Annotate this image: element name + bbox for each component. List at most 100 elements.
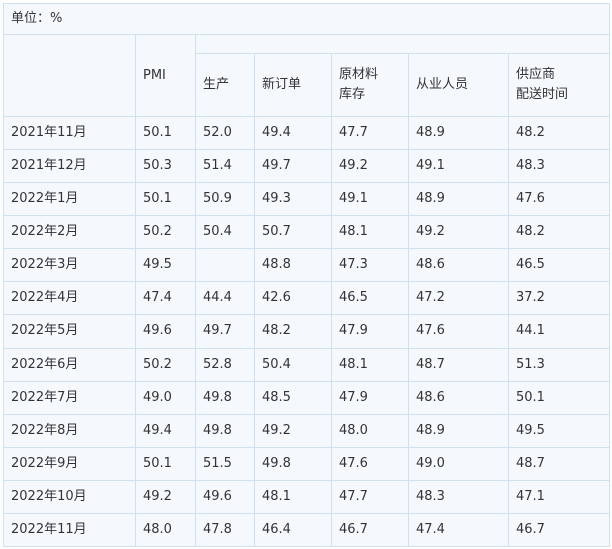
pmi-cell: 49.6 bbox=[135, 314, 196, 349]
page: 单位：% PMI 生产 新订单 原材料库存 从业人员 供应商配送时间 2021年… bbox=[0, 0, 612, 549]
table-row: 2021年11月 50.1 52.0 49.4 47.7 48.9 48.2 bbox=[3, 116, 611, 151]
supplier-delivery-cell: 47.6 bbox=[507, 182, 611, 217]
table-row: 2022年10月 49.2 49.6 48.1 47.7 48.3 47.1 bbox=[3, 479, 611, 514]
table-row: 2022年2月 50.2 50.4 50.7 48.1 49.2 48.2 bbox=[3, 215, 611, 250]
table-row: 2022年11月 48.0 47.8 46.4 46.7 47.4 46.7 bbox=[3, 512, 611, 548]
month-cell: 2021年11月 bbox=[3, 116, 136, 151]
new-orders-cell: 48.1 bbox=[254, 479, 332, 514]
pmi-cell: 48.0 bbox=[135, 512, 196, 548]
new-orders-cell: 50.7 bbox=[254, 215, 332, 250]
table-row: 2022年7月 49.0 49.8 48.5 47.9 48.6 50.1 bbox=[3, 380, 611, 415]
header-employment: 从业人员 bbox=[408, 53, 509, 118]
employment-cell: 48.7 bbox=[408, 347, 509, 382]
month-cell: 2022年2月 bbox=[3, 215, 136, 250]
month-cell: 2022年11月 bbox=[3, 512, 136, 548]
production-cell: 49.8 bbox=[195, 413, 255, 448]
table-row: 2022年8月 49.4 49.8 49.2 48.0 48.9 49.5 bbox=[3, 413, 611, 448]
production-cell: 49.7 bbox=[195, 314, 255, 349]
production-cell: 44.4 bbox=[195, 281, 255, 316]
employment-cell: 47.6 bbox=[408, 314, 509, 349]
header-supplier-line2: 配送时间 bbox=[516, 87, 569, 103]
header-production: 生产 bbox=[195, 53, 255, 118]
production-cell: 50.4 bbox=[195, 215, 255, 250]
pmi-cell: 50.3 bbox=[135, 149, 196, 184]
unit-row: 单位：% bbox=[2, 2, 611, 36]
supplier-delivery-cell: 51.3 bbox=[507, 347, 611, 382]
supplier-delivery-cell: 47.1 bbox=[507, 479, 611, 514]
header-supplier-line1: 供应商 bbox=[516, 67, 556, 83]
production-cell: 51.4 bbox=[195, 149, 255, 184]
raw-material-cell: 48.1 bbox=[331, 347, 409, 382]
pmi-cell: 49.5 bbox=[135, 248, 196, 283]
raw-material-cell: 49.2 bbox=[331, 149, 409, 184]
pmi-cell: 50.2 bbox=[135, 215, 196, 250]
raw-material-cell: 48.0 bbox=[331, 413, 409, 448]
table-row: 2022年3月 49.5 48.8 47.3 48.6 46.5 bbox=[3, 248, 611, 283]
employment-cell: 47.4 bbox=[408, 512, 509, 548]
month-cell: 2022年10月 bbox=[3, 479, 136, 514]
month-cell: 2022年7月 bbox=[3, 380, 136, 415]
supplier-delivery-cell: 48.2 bbox=[507, 215, 611, 250]
employment-cell: 48.9 bbox=[408, 116, 509, 151]
header-new-orders: 新订单 bbox=[254, 53, 332, 118]
production-cell: 47.8 bbox=[195, 512, 255, 548]
month-cell: 2022年5月 bbox=[3, 314, 136, 349]
production-cell: 49.6 bbox=[195, 479, 255, 514]
table-body: 单位：% PMI 生产 新订单 原材料库存 从业人员 供应商配送时间 2021年… bbox=[2, 2, 611, 548]
employment-cell: 48.6 bbox=[408, 248, 509, 283]
supplier-delivery-cell: 44.1 bbox=[507, 314, 611, 349]
header-pmi: PMI bbox=[135, 34, 196, 118]
pmi-cell: 50.1 bbox=[135, 446, 196, 481]
raw-material-cell: 47.7 bbox=[331, 116, 409, 151]
header-supplier-delivery-time: 供应商 配送时间 bbox=[507, 53, 611, 118]
pmi-cell: 50.1 bbox=[135, 116, 196, 151]
supplier-delivery-cell: 50.1 bbox=[507, 380, 611, 415]
month-cell: 2021年12月 bbox=[3, 149, 136, 184]
new-orders-cell: 49.3 bbox=[254, 182, 332, 217]
header-raw-material-line1: 原材料 bbox=[339, 67, 379, 83]
raw-material-cell: 49.1 bbox=[331, 182, 409, 217]
month-cell: 2022年1月 bbox=[3, 182, 136, 217]
employment-cell: 49.0 bbox=[408, 446, 509, 481]
production-cell bbox=[195, 248, 255, 283]
new-orders-cell: 42.6 bbox=[254, 281, 332, 316]
raw-material-cell: 46.7 bbox=[331, 512, 409, 548]
pmi-cell: 50.1 bbox=[135, 182, 196, 217]
table-row: 2022年1月 50.1 50.9 49.3 49.1 48.9 47.6 bbox=[3, 182, 611, 217]
supplier-delivery-cell: 48.7 bbox=[507, 446, 611, 481]
production-cell: 52.0 bbox=[195, 116, 255, 151]
unit-label: 单位：% bbox=[2, 2, 611, 36]
new-orders-cell: 48.5 bbox=[254, 380, 332, 415]
raw-material-cell: 48.1 bbox=[331, 215, 409, 250]
new-orders-cell: 46.4 bbox=[254, 512, 332, 548]
header-blank-cell bbox=[3, 34, 136, 118]
raw-material-cell: 47.7 bbox=[331, 479, 409, 514]
table-row: 2022年9月 50.1 51.5 49.8 47.6 49.0 48.7 bbox=[3, 446, 611, 481]
production-cell: 52.8 bbox=[195, 347, 255, 382]
supplier-delivery-cell: 48.3 bbox=[507, 149, 611, 184]
employment-cell: 49.2 bbox=[408, 215, 509, 250]
new-orders-cell: 50.4 bbox=[254, 347, 332, 382]
production-cell: 49.8 bbox=[195, 380, 255, 415]
new-orders-cell: 48.2 bbox=[254, 314, 332, 349]
new-orders-cell: 49.4 bbox=[254, 116, 332, 151]
header-raw-material-line2: 库存 bbox=[339, 87, 366, 103]
new-orders-cell: 48.8 bbox=[254, 248, 332, 283]
employment-cell: 48.9 bbox=[408, 413, 509, 448]
employment-cell: 48.6 bbox=[408, 380, 509, 415]
pmi-cell: 49.4 bbox=[135, 413, 196, 448]
employment-cell: 49.1 bbox=[408, 149, 509, 184]
new-orders-cell: 49.8 bbox=[254, 446, 332, 481]
table-row: 2021年12月 50.3 51.4 49.7 49.2 49.1 48.3 bbox=[3, 149, 611, 184]
header-row-top: PMI bbox=[3, 34, 611, 118]
pmi-cell: 49.2 bbox=[135, 479, 196, 514]
table-row: 2022年5月 49.6 49.7 48.2 47.9 47.6 44.1 bbox=[3, 314, 611, 349]
supplier-delivery-cell: 48.2 bbox=[507, 116, 611, 151]
raw-material-cell: 47.9 bbox=[331, 380, 409, 415]
supplier-delivery-cell: 37.2 bbox=[507, 281, 611, 316]
supplier-delivery-cell: 46.5 bbox=[507, 248, 611, 283]
supplier-delivery-cell: 46.7 bbox=[507, 512, 611, 548]
pmi-table: 单位：% PMI 生产 新订单 原材料库存 从业人员 供应商配送时间 2021年… bbox=[2, 2, 611, 548]
month-cell: 2022年8月 bbox=[3, 413, 136, 448]
new-orders-cell: 49.7 bbox=[254, 149, 332, 184]
